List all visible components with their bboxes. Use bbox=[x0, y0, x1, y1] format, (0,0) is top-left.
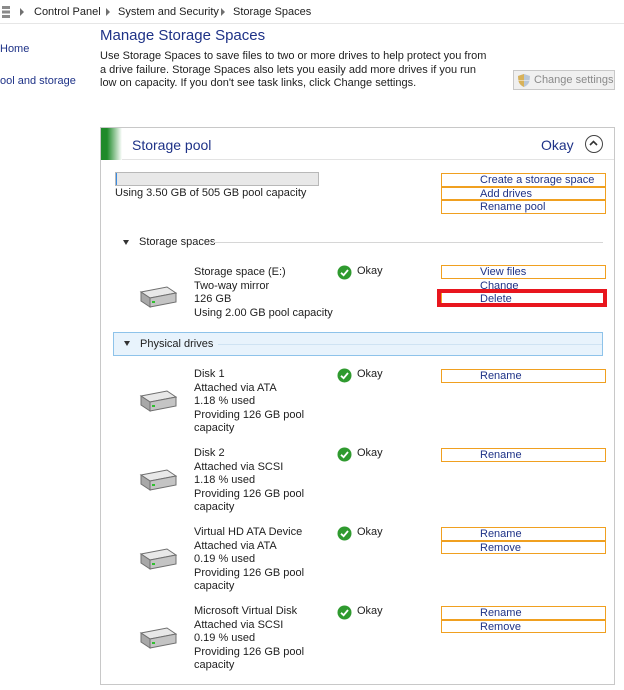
drive-providing-cont: capacity bbox=[194, 422, 235, 434]
physical-drives-heading: Physical drives bbox=[140, 338, 214, 350]
pool-capacity-fill bbox=[116, 173, 118, 185]
storage-space-resiliency: Two-way mirror bbox=[194, 279, 270, 292]
storage-space-name: Storage space (E:) bbox=[194, 266, 286, 278]
control-panel-icon bbox=[2, 6, 10, 18]
breadcrumb-separator bbox=[106, 8, 110, 16]
status-text: Okay bbox=[357, 526, 383, 538]
rename-drive-link[interactable]: Rename bbox=[441, 448, 606, 462]
breadcrumb-system-security[interactable]: System and Security bbox=[118, 6, 219, 18]
drive-providing: Providing 126 GB pool bbox=[194, 487, 305, 500]
pool-status: Okay bbox=[541, 137, 574, 153]
breadcrumb: Control Panel System and Security Storag… bbox=[0, 0, 624, 24]
check-circle-icon bbox=[337, 265, 352, 280]
drive-attachment: Attached via ATA bbox=[194, 381, 277, 394]
change-settings-button[interactable]: Change settings bbox=[513, 70, 615, 90]
breadcrumb-control-panel[interactable]: Control Panel bbox=[34, 6, 101, 18]
collapse-triangle-icon bbox=[124, 341, 130, 346]
physical-drives-section-header[interactable]: Physical drives bbox=[113, 332, 603, 356]
drive-usage: 0.19 % used bbox=[194, 632, 256, 644]
storage-space-details: Storage space (E:) Two-way mirror 126 GB… bbox=[194, 266, 333, 320]
drive-name: Microsoft Virtual Disk bbox=[194, 605, 298, 617]
collapse-triangle-icon bbox=[123, 240, 129, 245]
rename-drive-link[interactable]: Rename bbox=[441, 527, 606, 541]
hard-drive-icon bbox=[139, 469, 177, 491]
drive-task-list: Rename bbox=[441, 448, 606, 462]
storage-space-usage: Using 2.00 GB pool capacity bbox=[194, 306, 333, 319]
drive-details: Disk 2 Attached via SCSI 1.18 % used Pro… bbox=[194, 447, 304, 515]
drive-attachment: Attached via SCSI bbox=[194, 460, 284, 473]
drive-usage: 1.18 % used bbox=[194, 474, 256, 486]
collapse-pool-button[interactable] bbox=[585, 135, 603, 153]
rename-pool-link[interactable]: Rename pool bbox=[441, 200, 606, 214]
check-circle-icon bbox=[337, 368, 352, 383]
create-storage-space-link[interactable]: Create a storage space bbox=[441, 173, 606, 187]
storage-spaces-heading: Storage spaces bbox=[139, 236, 216, 248]
pool-capacity-bar bbox=[115, 172, 319, 186]
drive-providing: Providing 126 GB pool bbox=[194, 645, 305, 658]
remove-drive-link[interactable]: Remove bbox=[441, 540, 606, 554]
drive-details: Microsoft Virtual Disk Attached via SCSI… bbox=[194, 605, 304, 673]
remove-drive-link[interactable]: Remove bbox=[441, 619, 606, 633]
storage-space-size: 126 GB bbox=[194, 293, 232, 305]
drive-usage: 1.18 % used bbox=[194, 395, 256, 407]
nav-home-link[interactable]: Home bbox=[0, 43, 29, 55]
drive-details: Disk 1 Attached via ATA 1.18 % used Prov… bbox=[194, 368, 304, 436]
change-settings-label: Change settings bbox=[534, 74, 614, 86]
rename-drive-link[interactable]: Rename bbox=[441, 606, 606, 620]
pool-task-list: Create a storage space Add drives Rename… bbox=[441, 173, 606, 214]
drive-providing: Providing 126 GB pool bbox=[194, 566, 305, 579]
drive-attachment: Attached via ATA bbox=[194, 539, 277, 552]
breadcrumb-separator bbox=[20, 8, 24, 16]
status-text: Okay bbox=[357, 605, 383, 617]
breadcrumb-storage-spaces[interactable]: Storage Spaces bbox=[233, 6, 311, 18]
intro-text: Use Storage Spaces to save files to two … bbox=[100, 50, 487, 89]
drive-attachment: Attached via SCSI bbox=[194, 618, 284, 631]
drive-name: Disk 1 bbox=[194, 368, 225, 380]
hard-drive-icon bbox=[139, 286, 177, 308]
drive-task-list: Rename bbox=[441, 369, 606, 383]
storage-spaces-section-header[interactable]: Storage spaces bbox=[113, 231, 603, 255]
check-circle-icon bbox=[337, 447, 352, 462]
hard-drive-icon bbox=[139, 627, 177, 649]
status-text: Okay bbox=[357, 447, 383, 459]
section-divider bbox=[213, 242, 603, 243]
check-circle-icon bbox=[337, 605, 352, 620]
pool-header: Storage pool Okay bbox=[101, 128, 614, 160]
drive-providing-cont: capacity bbox=[194, 580, 235, 592]
pool-accent-bar bbox=[101, 128, 122, 160]
check-circle-icon bbox=[337, 526, 352, 541]
storage-pool-panel: Storage pool Okay Using 3.50 GB of 505 G… bbox=[100, 127, 615, 685]
breadcrumb-separator bbox=[221, 8, 225, 16]
drive-task-list: Rename Remove bbox=[441, 606, 606, 633]
rename-drive-link[interactable]: Rename bbox=[441, 369, 606, 383]
pool-capacity-text: Using 3.50 GB of 505 GB pool capacity bbox=[115, 187, 307, 199]
hard-drive-icon bbox=[139, 390, 177, 412]
drive-providing: Providing 126 GB pool bbox=[194, 408, 305, 421]
add-drives-link[interactable]: Add drives bbox=[441, 186, 606, 200]
drive-name: Disk 2 bbox=[194, 447, 225, 459]
drive-usage: 0.19 % used bbox=[194, 553, 256, 565]
drive-name: Virtual HD ATA Device bbox=[194, 526, 303, 538]
uac-shield-icon bbox=[518, 74, 530, 87]
section-divider bbox=[218, 344, 602, 345]
hard-drive-icon bbox=[139, 548, 177, 570]
page-title: Manage Storage Spaces bbox=[100, 27, 266, 44]
drive-providing-cont: capacity bbox=[194, 501, 235, 513]
delete-highlight-annotation bbox=[437, 289, 607, 307]
status-text: Okay bbox=[357, 265, 383, 277]
nav-create-pool-link[interactable]: ool and storage bbox=[0, 75, 76, 87]
chevron-up-icon bbox=[589, 140, 598, 146]
status-text: Okay bbox=[357, 368, 383, 380]
pool-title: Storage pool bbox=[132, 137, 212, 153]
view-files-link[interactable]: View files bbox=[441, 265, 606, 279]
drive-task-list: Rename Remove bbox=[441, 527, 606, 554]
drive-providing-cont: capacity bbox=[194, 659, 235, 671]
drive-details: Virtual HD ATA Device Attached via ATA 0… bbox=[194, 526, 304, 594]
